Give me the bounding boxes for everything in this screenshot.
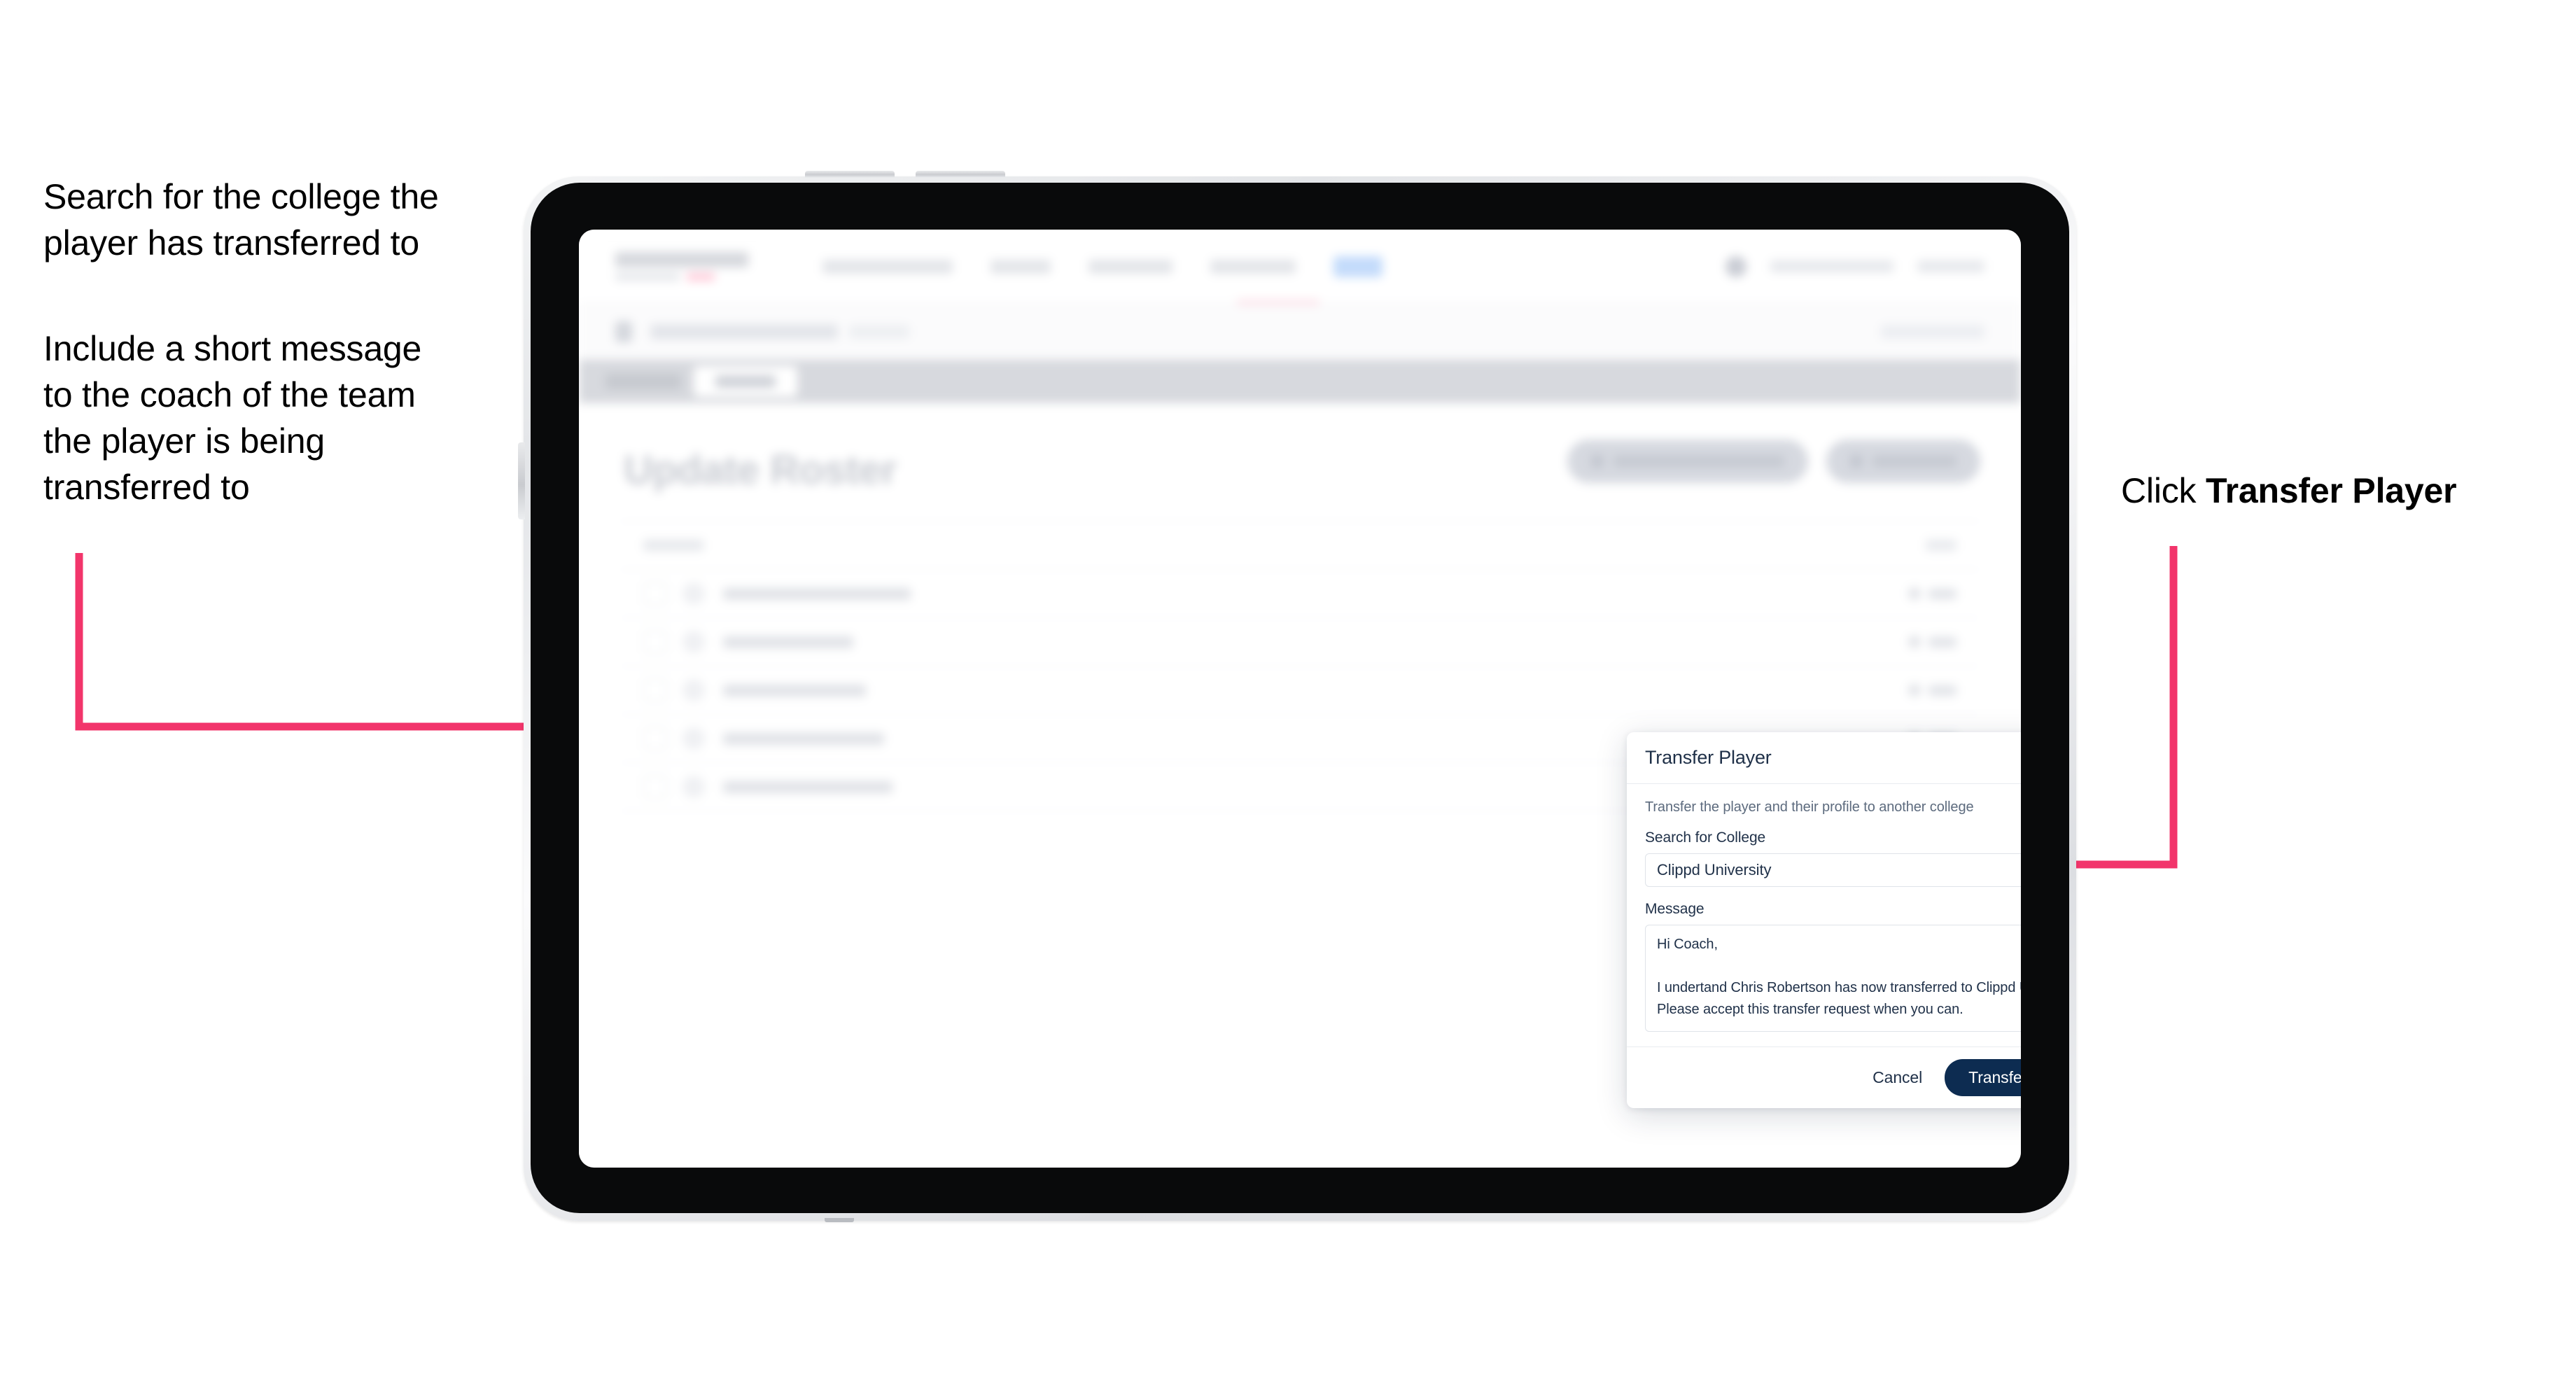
- row-edit-action[interactable]: [1909, 588, 1956, 599]
- dialog-title: Transfer Player: [1645, 747, 1772, 768]
- tab-roster[interactable]: [694, 366, 797, 397]
- dialog-header: Transfer Player: [1627, 732, 2021, 784]
- table-header-row: [620, 521, 1980, 570]
- tab-bar: [579, 360, 2021, 403]
- top-navigation-bar: [579, 230, 2021, 304]
- search-college-input[interactable]: [1645, 853, 2021, 887]
- page-action-buttons: [1567, 440, 1980, 483]
- column-header-edit: [1926, 540, 1956, 551]
- sub-header-action[interactable]: [1881, 324, 1984, 339]
- message-field-group: Message: [1645, 901, 2021, 1035]
- edit-label: [1928, 588, 1956, 599]
- player-name: [723, 732, 884, 745]
- message-field-label: Message: [1645, 901, 1704, 917]
- player-avatar: [682, 727, 705, 750]
- row-checkbox[interactable]: [643, 582, 667, 606]
- annotation-click-prefix: Click: [2121, 471, 2206, 510]
- player-name: [723, 780, 892, 793]
- tablet-screen: Update Roster Transfer Player Transfer t…: [579, 230, 2021, 1168]
- pencil-icon: [1909, 588, 1920, 599]
- player-name: [723, 684, 866, 696]
- row-checkbox[interactable]: [643, 678, 667, 702]
- avatar[interactable]: [1726, 255, 1746, 277]
- transfer-icon: [1591, 455, 1604, 468]
- logo-tagline-text: [615, 273, 680, 281]
- pencil-icon: [1909, 685, 1920, 696]
- player-avatar: [682, 582, 705, 605]
- nav-links: [822, 255, 1382, 277]
- add-player-label: [1872, 456, 1956, 467]
- app-logo[interactable]: [615, 252, 755, 281]
- request-player-transfer-button[interactable]: [1567, 440, 1808, 483]
- row-edit-action[interactable]: [1909, 685, 1956, 696]
- annotation-click-target: Transfer Player: [2206, 471, 2457, 510]
- power-button[interactable]: [518, 442, 525, 519]
- cancel-button[interactable]: Cancel: [1868, 1063, 1926, 1093]
- college-field-label: Search for College: [1645, 830, 1766, 846]
- annotation-include-message: Include a short message to the coach of …: [43, 329, 422, 507]
- player-name: [723, 636, 853, 648]
- player-name: [723, 587, 911, 600]
- request-transfer-label: [1614, 456, 1784, 467]
- logo-wordmark: [615, 252, 748, 267]
- plus-icon: [1850, 455, 1863, 468]
- tab-details[interactable]: [606, 374, 681, 389]
- nav-item-1[interactable]: [822, 259, 953, 274]
- player-avatar: [682, 679, 705, 701]
- nav-item-2[interactable]: [990, 259, 1051, 274]
- page-title: Update Roster: [624, 447, 897, 493]
- antenna-line: [825, 1218, 854, 1222]
- edit-label: [1928, 636, 1956, 648]
- volume-down-button[interactable]: [916, 171, 1005, 178]
- row-checkbox[interactable]: [643, 630, 667, 654]
- dialog-description: Transfer the player and their profile to…: [1645, 799, 1974, 815]
- row-checkbox[interactable]: [643, 775, 667, 799]
- nav-user-area: [1726, 255, 1984, 277]
- sub-header-bar: [579, 304, 2021, 360]
- college-field-group: Search for College: [1645, 830, 2021, 887]
- edit-label: [1928, 685, 1956, 696]
- nav-item-4[interactable]: [1210, 259, 1296, 274]
- table-row[interactable]: [620, 618, 1980, 666]
- annotation-search-college: Search for the college the player has tr…: [43, 177, 439, 262]
- logo-tagline: [615, 273, 755, 281]
- table-row[interactable]: [620, 570, 1980, 618]
- logo-tagline-accent: [687, 273, 715, 281]
- add-player-button[interactable]: [1826, 440, 1980, 483]
- sign-out-link[interactable]: [1917, 260, 1984, 272]
- nav-item-3[interactable]: [1088, 259, 1172, 274]
- pencil-icon: [1909, 636, 1920, 648]
- scoreboard-icon: [615, 321, 632, 342]
- dialog-footer: Cancel Transfer Player: [1627, 1046, 2021, 1108]
- screenshot-canvas: Search for the college the player has tr…: [0, 0, 2576, 1386]
- player-avatar: [682, 776, 705, 798]
- dialog-body: Transfer the player and their profile to…: [1627, 784, 2021, 1046]
- sub-header-subtitle: [849, 324, 909, 339]
- tablet-device: Update Roster Transfer Player Transfer t…: [518, 171, 2076, 1222]
- row-edit-action[interactable]: [1909, 636, 1956, 648]
- nav-item-active[interactable]: [1334, 255, 1382, 277]
- user-email-label: [1770, 260, 1893, 272]
- table-row[interactable]: [620, 666, 1980, 715]
- volume-up-button[interactable]: [805, 171, 895, 178]
- transfer-player-dialog: Transfer Player Transfer the player and …: [1627, 732, 2021, 1108]
- tab-roster-label: [715, 375, 776, 388]
- row-checkbox[interactable]: [643, 727, 667, 750]
- annotation-click-transfer: Click Transfer Player: [2121, 468, 2513, 514]
- column-header-name: [643, 540, 704, 551]
- sub-header-title: [650, 323, 838, 340]
- player-avatar: [682, 631, 705, 653]
- message-textarea[interactable]: [1645, 925, 2021, 1032]
- transfer-player-button[interactable]: Transfer Player: [1945, 1059, 2021, 1096]
